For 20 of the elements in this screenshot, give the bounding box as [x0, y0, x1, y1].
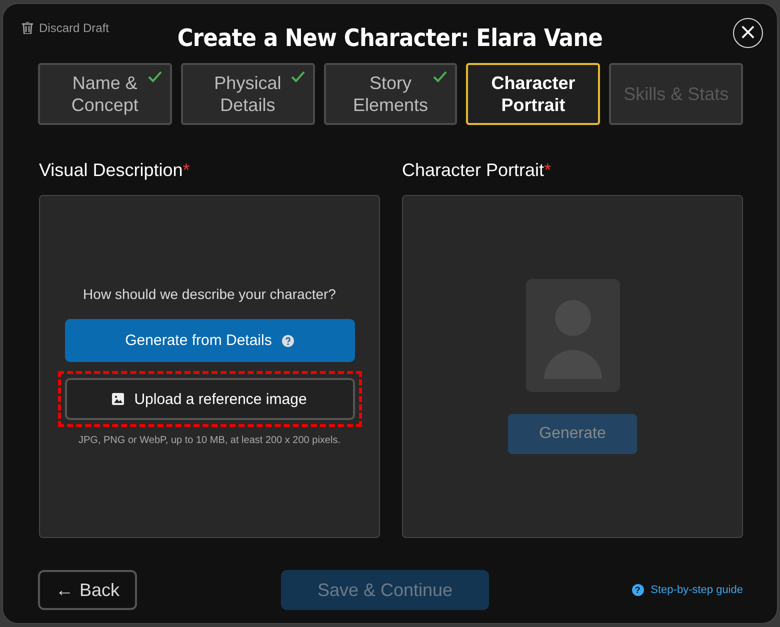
back-button[interactable]: ← Back	[38, 570, 137, 610]
image-icon	[112, 393, 124, 405]
prompt-text: How should we describe your character?	[83, 286, 336, 302]
dialog-title: Create a New Character: Elara Vane	[177, 23, 603, 52]
section-heading: Character Portrait*	[402, 159, 552, 181]
help-icon	[282, 334, 294, 346]
step-tab[interactable]: Physical Details	[180, 63, 315, 125]
generate-from-details-button[interactable]: Generate from Details	[64, 319, 354, 362]
step-tab[interactable]: Story Elements	[324, 63, 458, 125]
trash-icon	[22, 22, 33, 34]
close-button[interactable]: ×	[733, 18, 763, 48]
upload-image-button[interactable]: Upload a reference image	[64, 378, 354, 420]
step-tab[interactable]: Name & Concept	[38, 63, 172, 125]
file-requirements-text: JPG, PNG or WebP, up to 10 MB, at least 200 x 200 pixels.	[78, 435, 340, 446]
guide-link[interactable]: ? Step-by-step guide	[632, 584, 743, 596]
discard-draft-button[interactable]: Discard Draft	[22, 21, 110, 35]
help-icon: ?	[632, 584, 644, 596]
section-heading: Visual Description*	[39, 159, 191, 181]
portrait-placeholder-icon	[526, 279, 620, 392]
step-tab[interactable]: Character Portrait	[466, 63, 600, 125]
